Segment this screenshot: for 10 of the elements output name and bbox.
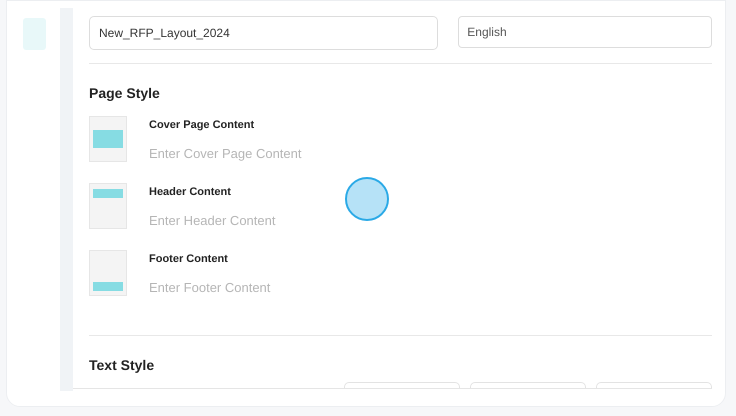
field-label: Header Content <box>149 185 232 200</box>
content-field[interactable]: Enter Footer Content <box>149 278 449 297</box>
section-title: Page Style <box>89 84 161 103</box>
content-field[interactable]: Enter Header Content <box>149 210 449 230</box>
layout-name-field[interactable]: New_RFP_Layout_2024 <box>89 16 438 50</box>
content-field[interactable]: Enter Cover Page Content <box>149 144 449 163</box>
field-label: Cover Page Content <box>149 118 256 133</box>
section-title: Text Style <box>89 356 156 375</box>
field-label: Footer Content <box>149 252 229 267</box>
language-select[interactable]: English <box>458 16 712 48</box>
